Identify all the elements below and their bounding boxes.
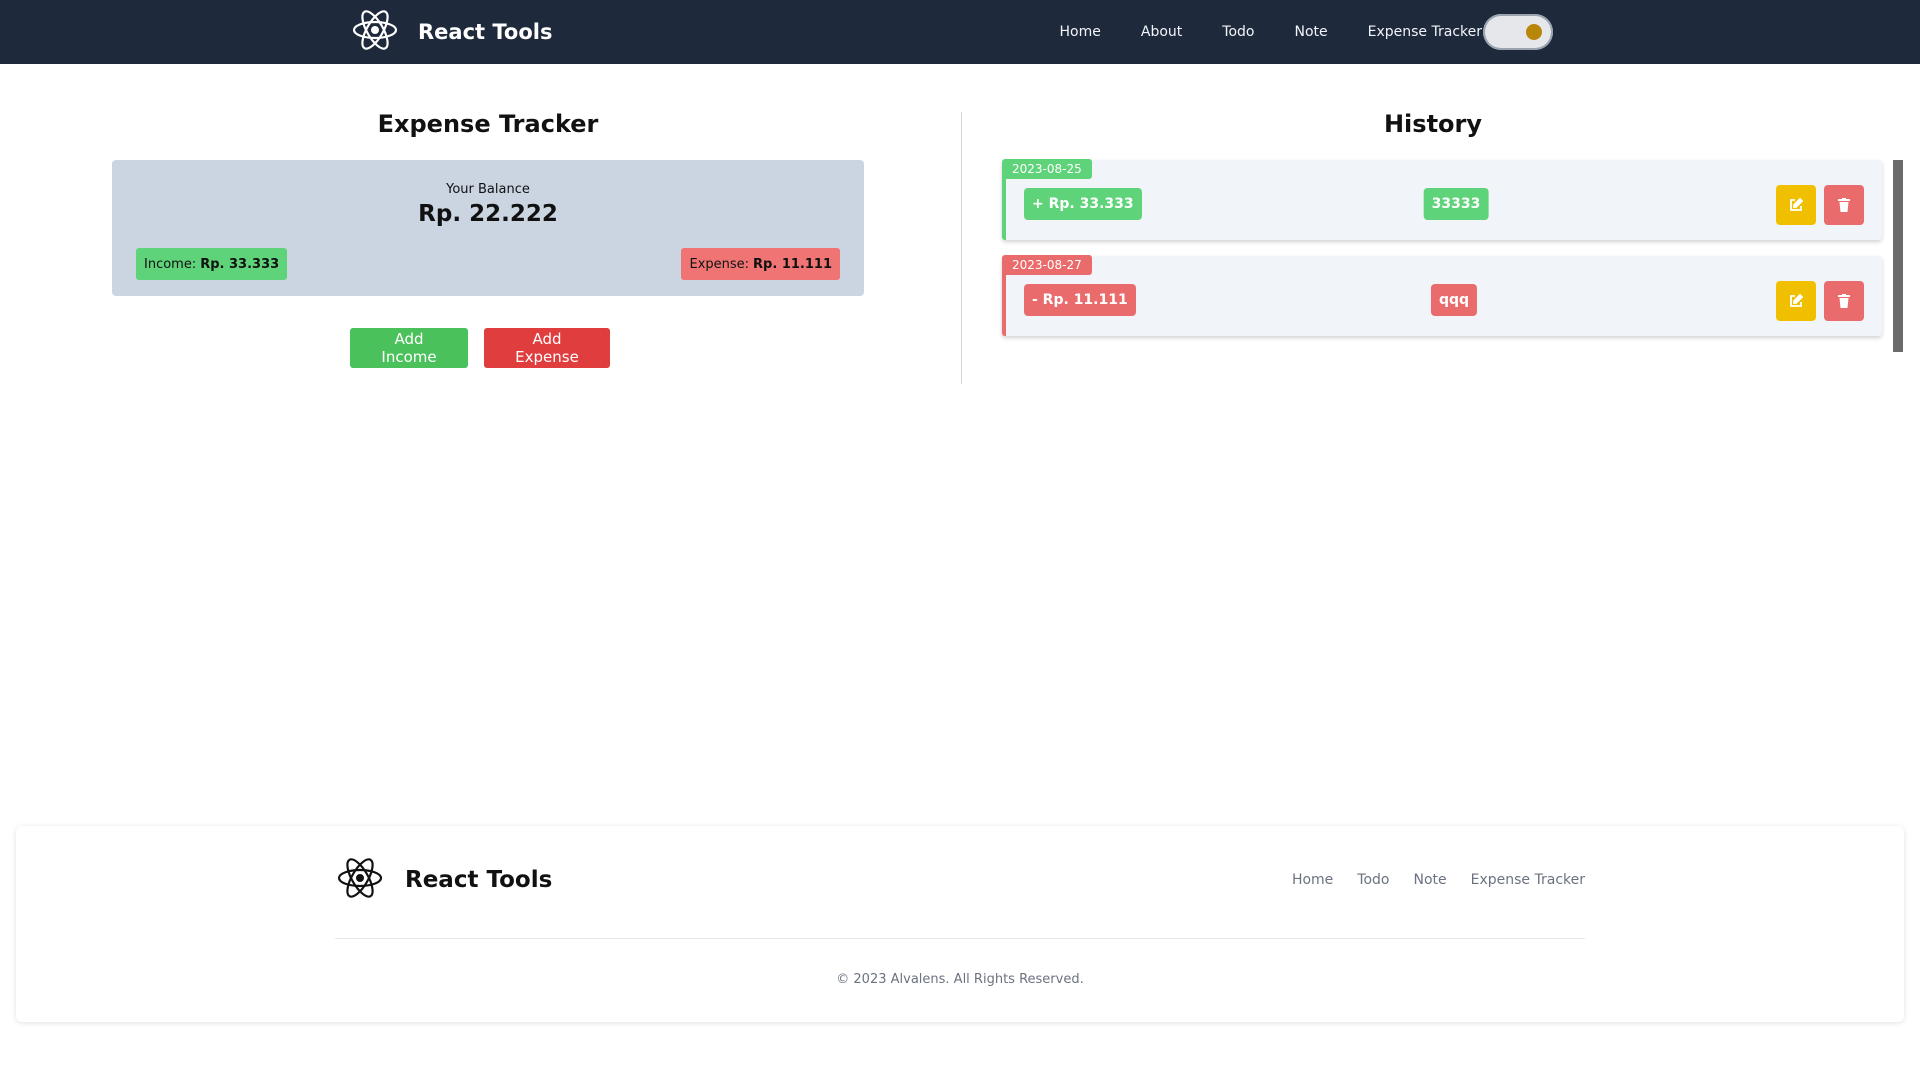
navbar: React Tools Home About Todo Note Expense… [0,0,1920,64]
edit-icon [1790,197,1804,211]
trash-icon [1838,198,1850,212]
delete-button[interactable] [1824,185,1864,225]
section-divider [961,112,962,384]
footer-links: Home Todo Note Expense Tracker [1292,856,1585,904]
footer-brand-name: React Tools [405,867,553,893]
balance-value: Rp. 22.222 [418,201,558,227]
react-logo-icon [335,854,385,906]
history-title: History [1383,110,1483,138]
balance-card: Your Balance Rp. 22.222 Income: Rp. 33.3… [112,160,864,296]
nav-link-about[interactable]: About [1141,24,1182,40]
history-scrollbar[interactable] [1893,160,1903,352]
copyright: © 2023 Alvalens. All Rights Reserved. [836,972,1084,987]
income-summary: Income: Rp. 33.333 [136,248,288,280]
history-description: qqq [1430,284,1478,316]
history-description: 33333 [1423,188,1489,220]
expense-label: Expense: [689,256,750,272]
footer-link-home[interactable]: Home [1292,872,1333,888]
toggle-knob-icon [1526,24,1542,40]
nav-link-todo[interactable]: Todo [1222,24,1254,40]
footer-brand[interactable]: React Tools [335,856,552,904]
nav-link-home[interactable]: Home [1060,24,1101,40]
nav-links: Home About Todo Note Expense Tracker [1060,0,1482,64]
history-item: 2023-08-25 + Rp. 33.333 33333 [1002,159,1882,240]
expense-value: Rp. 11.111 [753,256,832,272]
footer-link-expense-tracker[interactable]: Expense Tracker [1471,872,1585,888]
edit-button[interactable] [1776,185,1816,225]
add-expense-button[interactable]: Add Expense [484,328,610,368]
brand[interactable]: React Tools [350,8,552,56]
balance-label: Your Balance [446,182,530,197]
income-label: Income: [144,256,197,272]
history-item: 2023-08-27 - Rp. 11.111 qqq [1002,255,1882,336]
add-income-button[interactable]: Add Income [350,328,468,368]
income-value: Rp. 33.333 [200,256,280,272]
footer-link-todo[interactable]: Todo [1357,872,1389,888]
nav-link-note[interactable]: Note [1294,24,1327,40]
theme-toggle[interactable] [1483,14,1553,50]
expense-summary: Expense: Rp. 11.111 [681,248,840,280]
nav-link-expense-tracker[interactable]: Expense Tracker [1368,24,1482,40]
history-date: 2023-08-27 [1002,255,1092,275]
history-amount: + Rp. 33.333 [1024,188,1142,220]
action-buttons: Add Income Add Expense [350,328,610,368]
delete-button[interactable] [1824,281,1864,321]
edit-icon [1790,293,1804,307]
history-date: 2023-08-25 [1002,159,1092,179]
brand-name: React Tools [418,20,553,44]
footer-link-note[interactable]: Note [1413,872,1446,888]
footer-divider [335,938,1585,939]
trash-icon [1838,294,1850,308]
footer: React Tools Home Todo Note Expense Track… [16,826,1904,1022]
edit-button[interactable] [1776,281,1816,321]
page-title: Expense Tracker [377,110,599,138]
history-amount: - Rp. 11.111 [1024,284,1136,316]
react-logo-icon [350,6,400,58]
